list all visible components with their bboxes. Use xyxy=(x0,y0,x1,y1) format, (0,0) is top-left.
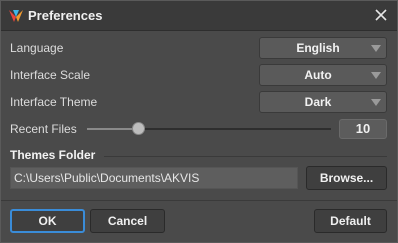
section-divider xyxy=(104,156,387,157)
default-button[interactable]: Default xyxy=(314,209,387,233)
interface-theme-label: Interface Theme xyxy=(10,95,98,109)
recent-files-label: Recent Files xyxy=(10,122,77,136)
footer-divider xyxy=(1,200,397,201)
language-value: English xyxy=(296,41,340,55)
title-bar[interactable]: Preferences xyxy=(1,1,397,31)
themes-folder-title: Themes Folder xyxy=(10,148,96,162)
close-icon[interactable] xyxy=(371,5,391,25)
language-label: Language xyxy=(10,41,64,55)
chevron-down-icon xyxy=(371,99,381,106)
language-dropdown[interactable]: English xyxy=(259,37,387,59)
browse-button[interactable]: Browse... xyxy=(306,166,387,190)
interface-scale-dropdown[interactable]: Auto xyxy=(259,64,387,86)
cancel-button[interactable]: Cancel xyxy=(90,209,165,233)
ok-button[interactable]: OK xyxy=(10,209,85,233)
themes-folder-path-field[interactable]: C:\Users\Public\Documents\AKVIS xyxy=(10,167,298,189)
interface-scale-label: Interface Scale xyxy=(10,68,91,82)
recent-files-slider-thumb[interactable] xyxy=(131,122,145,135)
recent-files-slider-fill xyxy=(87,128,139,130)
interface-scale-value: Auto xyxy=(304,68,332,82)
interface-theme-value: Dark xyxy=(304,95,332,109)
chevron-down-icon xyxy=(371,72,381,79)
recent-files-count-field[interactable]: 10 xyxy=(339,119,387,139)
preferences-dialog: Preferences Language English Interface S… xyxy=(0,0,398,243)
chevron-down-icon xyxy=(371,45,381,52)
interface-theme-dropdown[interactable]: Dark xyxy=(259,91,387,113)
akvis-logo-icon xyxy=(9,10,23,22)
window-title: Preferences xyxy=(28,8,103,23)
